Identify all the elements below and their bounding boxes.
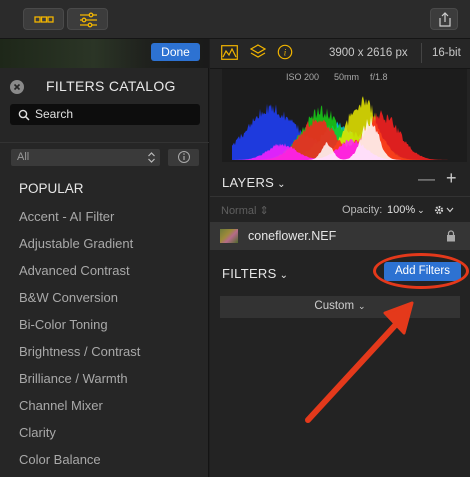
layer-name: coneflower.NEF [248, 229, 337, 243]
layer-row[interactable]: coneflower.NEF [210, 222, 470, 250]
adjustments-button[interactable] [67, 8, 108, 30]
close-catalog-button[interactable] [10, 80, 24, 94]
blend-mode-value: Normal [221, 205, 257, 217]
catalog-title: FILTERS CATALOG [46, 78, 176, 94]
divider [0, 142, 209, 143]
opacity-value[interactable]: 100% ⌄ [387, 204, 425, 216]
annotation-arrow [305, 301, 414, 423]
filter-item[interactable]: Advanced Contrast [19, 263, 130, 278]
share-button[interactable] [430, 8, 458, 30]
layer-thumbnail [220, 229, 238, 243]
layers-title[interactable]: LAYERS ⌄ [222, 175, 286, 190]
chevron-down-icon: ⌄ [417, 205, 425, 215]
inspector-header: i 3900 x 2616 px 16-bit [210, 39, 470, 69]
add-layer-button[interactable]: + [446, 168, 457, 189]
filter-item[interactable]: Adjustable Gradient [19, 236, 133, 251]
divider [421, 43, 422, 63]
filters-catalog-panel: Done FILTERS CATALOG Search All POPULAR … [0, 39, 209, 477]
category-select[interactable]: All [11, 149, 160, 166]
chevron-updown-icon: ⇕ [259, 205, 269, 217]
category-select-value: All [17, 151, 30, 163]
chevron-down-icon: ⌄ [277, 179, 286, 190]
histogram-graph [232, 96, 462, 160]
filters-title-label: FILTERS [222, 266, 277, 281]
info-icon[interactable]: i [277, 44, 293, 60]
search-placeholder: Search [35, 107, 74, 121]
annotation-highlight [373, 253, 469, 289]
filters-title[interactable]: FILTERS ⌄ [222, 266, 288, 281]
filter-item[interactable]: Clarity [19, 425, 56, 440]
histogram: ISO 200 50mm f/1.8 [222, 69, 467, 162]
layers-toggle-icon [34, 16, 54, 23]
opacity-label: Opacity: [342, 204, 383, 216]
filter-item[interactable]: Bi-Color Toning [19, 317, 108, 332]
filter-item[interactable]: B&W Conversion [19, 290, 118, 305]
info-icon [178, 151, 190, 163]
lock-icon[interactable] [446, 230, 456, 242]
filter-item[interactable]: Accent - AI Filter [19, 209, 114, 224]
gear-icon[interactable] [433, 203, 457, 217]
search-input[interactable]: Search [10, 104, 200, 125]
divider [210, 196, 470, 197]
filter-item[interactable]: Brilliance / Warmth [19, 371, 128, 386]
search-icon [18, 109, 30, 121]
close-icon [13, 83, 21, 91]
done-button[interactable]: Done [151, 43, 200, 61]
chevron-down-icon: ⌄ [279, 270, 289, 281]
canvas-strip: Done [0, 39, 209, 68]
filter-item[interactable]: Color Balance [19, 452, 101, 467]
share-icon [439, 12, 451, 27]
adjustments-icon [80, 12, 97, 28]
histogram-icon[interactable] [221, 45, 238, 60]
chevron-updown-icon [148, 152, 155, 163]
bit-depth: 16-bit [432, 47, 461, 59]
catalog-body: FILTERS CATALOG Search All POPULAR Accen [0, 68, 209, 477]
layers-toggle-button[interactable] [23, 8, 64, 30]
opacity-value-text: 100% [387, 204, 416, 216]
filter-info-button[interactable] [168, 149, 199, 166]
filter-item[interactable]: Brightness / Contrast [19, 344, 140, 359]
svg-text:i: i [284, 48, 287, 58]
filter-item[interactable]: Channel Mixer [19, 398, 103, 413]
layers-title-label: LAYERS [222, 175, 275, 190]
blend-mode-select[interactable]: Normal ⇕ [221, 204, 269, 217]
section-popular[interactable]: POPULAR [19, 181, 84, 196]
top-toolbar [0, 0, 470, 39]
image-dimensions: 3900 x 2616 px [329, 47, 408, 59]
layers-stack-icon[interactable] [250, 44, 266, 61]
remove-layer-button[interactable]: — [418, 169, 435, 189]
